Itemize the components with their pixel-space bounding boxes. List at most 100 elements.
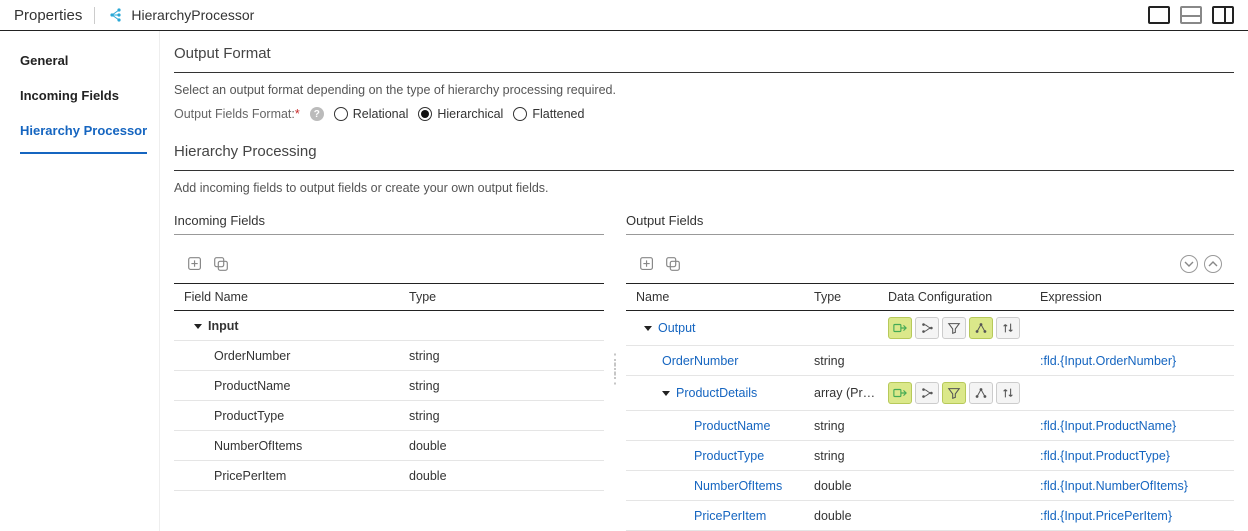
incoming-row[interactable]: NumberOfItems double [174,431,604,461]
col-output-type: Type [814,290,884,304]
join-icon[interactable] [915,382,939,404]
field-type: double [409,439,594,453]
sidebar: General Incoming Fields Hierarchy Proces… [0,31,160,531]
copy-output-icon[interactable] [664,255,682,273]
col-type: Type [409,290,594,304]
incoming-fields-title: Incoming Fields [174,209,604,232]
panel-header: Properties HierarchyProcessor [0,0,1248,31]
node-name: HierarchyProcessor [109,7,254,23]
add-output-icon[interactable] [638,255,656,273]
output-name-cell: ProductName [636,419,814,433]
group-by-icon[interactable] [969,317,993,339]
output-type-cell: array (Pr… [814,386,884,400]
output-type-cell: string [814,354,884,368]
sidebar-item-hierarchy-processor[interactable]: Hierarchy Processor [20,117,147,154]
output-name-cell: PricePerItem [636,509,814,523]
group-by-icon[interactable] [969,382,993,404]
output-row[interactable]: ProductDetails array (Pr… [626,376,1234,411]
hierarchy-processor-icon [109,7,125,23]
radio-hierarchical[interactable]: Hierarchical [418,107,503,121]
layout-split-h-button[interactable] [1180,6,1202,24]
caret-down-icon [644,326,652,331]
col-field-name: Field Name [184,290,409,304]
output-format-title: Output Format [174,41,1234,70]
output-format-desc: Select an output format depending on the… [174,83,1234,97]
incoming-row[interactable]: ProductName string [174,371,604,401]
radio-flattened[interactable]: Flattened [513,107,584,121]
output-format-label: Output Fields Format: [174,107,295,121]
output-field-link[interactable]: ProductName [694,419,770,433]
output-expression[interactable]: :fld.{Input.NumberOfItems} [1034,479,1224,493]
field-type: string [409,379,594,393]
output-expression[interactable]: :fld.{Input.ProductName} [1034,419,1224,433]
output-format-row: Output Fields Format:* ? Relational Hier… [174,107,1234,121]
hierarchy-processing-title: Hierarchy Processing [174,139,1234,168]
output-cfg-cell [884,382,1034,404]
field-type: string [409,349,594,363]
output-name-cell: NumberOfItems [636,479,814,493]
output-expression[interactable]: :fld.{Input.PricePerItem} [1034,509,1224,523]
collapse-all-button[interactable] [1204,255,1222,273]
incoming-row[interactable]: OrderNumber string [174,341,604,371]
output-type-cell: string [814,419,884,433]
incoming-row[interactable]: ProductType string [174,401,604,431]
output-field-link[interactable]: NumberOfItems [694,479,782,493]
add-field-icon[interactable] [186,255,204,273]
output-field-link[interactable]: PricePerItem [694,509,766,523]
sidebar-item-general[interactable]: General [20,47,151,82]
output-expression[interactable]: :fld.{Input.ProductType} [1034,449,1224,463]
data-source-icon[interactable] [888,317,912,339]
incoming-group-row[interactable]: Input [174,311,604,341]
layout-split-v-button[interactable] [1212,6,1234,24]
join-icon[interactable] [915,317,939,339]
field-type: double [409,469,594,483]
output-field-link[interactable]: OrderNumber [662,354,738,368]
output-name-cell: OrderNumber [636,354,814,368]
panel-title: Properties [14,7,95,24]
layout-full-button[interactable] [1148,6,1170,24]
output-row[interactable]: Output [626,311,1234,346]
output-field-link[interactable]: ProductDetails [676,386,757,400]
caret-down-icon [662,391,670,396]
output-cfg-cell [884,317,1034,339]
sidebar-item-incoming-fields[interactable]: Incoming Fields [20,82,151,117]
field-name: NumberOfItems [184,439,409,453]
output-expression[interactable]: :fld.{Input.OrderNumber} [1034,354,1224,368]
output-fields-title: Output Fields [626,209,1234,232]
output-row[interactable]: OrderNumber string :fld.{Input.OrderNumber… [626,346,1234,376]
expand-all-button[interactable] [1180,255,1198,273]
field-name: OrderNumber [184,349,409,363]
output-type-cell: double [814,479,884,493]
filter-icon[interactable] [942,382,966,404]
order-by-icon[interactable] [996,317,1020,339]
output-name-cell: Output [636,321,814,335]
col-output-expr: Expression [1034,290,1224,304]
output-type-cell: double [814,509,884,523]
help-icon[interactable]: ? [310,107,324,121]
output-field-link[interactable]: ProductType [694,449,764,463]
output-type-cell: string [814,449,884,463]
output-row[interactable]: NumberOfItems double :fld.{Input.NumberOfI… [626,471,1234,501]
field-type: string [409,409,594,423]
hierarchy-processing-desc: Add incoming fields to output fields or … [174,181,1234,195]
output-row[interactable]: ProductName string :fld.{Input.ProductName… [626,411,1234,441]
main-content: Output Format Select an output format de… [160,31,1248,531]
copy-field-icon[interactable] [212,255,230,273]
field-name: ProductName [184,379,409,393]
field-name: PricePerItem [184,469,409,483]
output-field-link[interactable]: Output [658,321,696,335]
output-row[interactable]: ProductType string :fld.{Input.ProductType… [626,441,1234,471]
radio-relational[interactable]: Relational [334,107,409,121]
output-name-cell: ProductDetails [636,386,814,400]
data-source-icon[interactable] [888,382,912,404]
node-name-text: HierarchyProcessor [131,7,254,23]
field-name: ProductType [184,409,409,423]
column-drag-handle[interactable]: ⋮⋮⋮ [608,209,622,531]
col-output-name: Name [636,290,814,304]
filter-icon[interactable] [942,317,966,339]
output-row[interactable]: PricePerItem double :fld.{Input.PricePerIt… [626,501,1234,531]
caret-down-icon [194,324,202,329]
output-name-cell: ProductType [636,449,814,463]
order-by-icon[interactable] [996,382,1020,404]
incoming-row[interactable]: PricePerItem double [174,461,604,491]
